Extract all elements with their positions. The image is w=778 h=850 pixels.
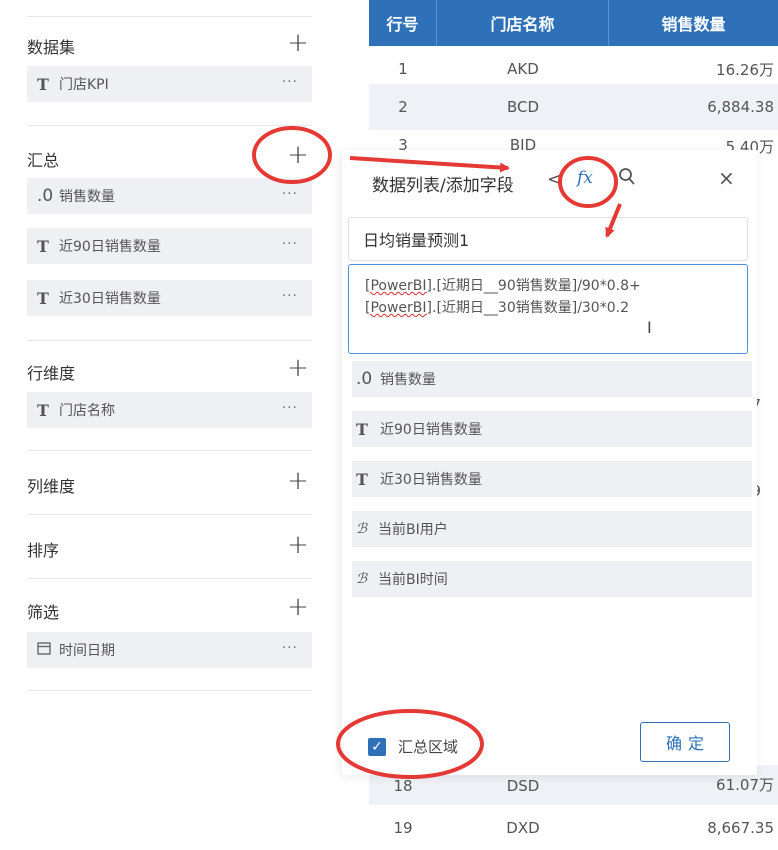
field-label: 近90日销售数量	[59, 239, 161, 255]
text-type-icon: T	[37, 288, 49, 308]
field-label: 销售数量	[59, 189, 115, 205]
confirm-button[interactable]: 确定	[640, 722, 730, 762]
text-cursor-icon: I	[647, 318, 652, 337]
cell-row-number: 2	[398, 98, 408, 116]
search-icon[interactable]	[618, 167, 636, 192]
summary-area-checkbox[interactable]: ✓	[368, 738, 386, 756]
cell-sales-qty: 61.07万	[716, 776, 774, 794]
field-label: 近30日销售数量	[59, 291, 161, 307]
divider	[27, 578, 312, 579]
more-icon[interactable]: ···	[282, 640, 298, 656]
field-item-store-name[interactable]: T 门店名称 ···	[27, 392, 312, 428]
section-title-summary: 汇总	[27, 151, 60, 170]
cell-sales-qty: 6,884.38	[707, 98, 774, 116]
field-item-30day-sales[interactable]: T 近30日销售数量 ···	[27, 280, 312, 316]
col-header-sales-qty[interactable]: 销售数量	[609, 0, 778, 46]
add-sort-button[interactable]: +	[286, 532, 310, 558]
col-header-store-name[interactable]: 门店名称	[437, 0, 609, 46]
available-field-90day-sales[interactable]: T 近90日销售数量	[352, 411, 752, 447]
cell-store-name: DXD	[506, 819, 540, 837]
cell-sales-qty: 8,667.35	[707, 819, 774, 837]
cell-sales-qty: 16.26万	[716, 60, 774, 79]
divider	[27, 340, 312, 341]
panel-title: 数据列表/添加字段	[372, 176, 514, 196]
table-row[interactable]: 19 DXD 8,667.35	[369, 805, 778, 850]
number-type-icon: .0	[37, 186, 54, 206]
cell-row-number: 18	[393, 777, 413, 795]
formula-token: [PowerBI]	[365, 300, 432, 316]
text-type-icon: T	[356, 419, 368, 439]
add-field-panel: 数据列表/添加字段 < fx × [PowerBI].[近期日__90销售数量]…	[342, 150, 757, 775]
field-label: 销售数量	[380, 372, 436, 388]
formula-line: [PowerBI].[近期日__30销售数量]/30*0.2	[365, 297, 737, 319]
divider	[27, 450, 312, 451]
text-type-icon: T	[37, 236, 49, 256]
cell-row-number: 1	[398, 60, 408, 78]
formula-token: .[近期日__90销售数量]/90*0.8+	[432, 278, 641, 294]
field-label: 门店KPI	[59, 77, 109, 93]
available-field-bi-user[interactable]: ℬ 当前BI用户	[352, 511, 752, 547]
field-label: 近30日销售数量	[380, 472, 482, 488]
fx-formula-icon[interactable]: fx	[577, 168, 593, 188]
text-type-icon: T	[37, 74, 49, 94]
formula-token: .[近期日__30销售数量]/30*0.2	[432, 300, 629, 316]
divider	[27, 16, 312, 17]
divider	[27, 514, 312, 515]
formula-token: [PowerBI]	[365, 278, 432, 294]
field-name-input[interactable]	[348, 217, 748, 261]
formula-line: [PowerBI].[近期日__90销售数量]/90*0.8+	[365, 275, 737, 297]
more-icon[interactable]: ···	[282, 288, 298, 304]
available-field-bi-time[interactable]: ℬ 当前BI时间	[352, 561, 752, 597]
more-icon[interactable]: ···	[282, 236, 298, 252]
summary-area-label: 汇总区域	[398, 738, 459, 756]
section-title-dataset: 数据集	[27, 38, 76, 57]
field-item-store-kpi[interactable]: T 门店KPI ···	[27, 66, 312, 102]
section-title-col-dimension: 列维度	[27, 477, 76, 496]
field-item-90day-sales[interactable]: T 近90日销售数量 ···	[27, 228, 312, 264]
field-label: 当前BI时间	[378, 572, 448, 588]
more-icon[interactable]: ···	[282, 186, 298, 202]
divider	[27, 690, 312, 691]
field-item-sales-qty[interactable]: .0 销售数量 ···	[27, 178, 312, 214]
available-field-sales-qty[interactable]: .0 销售数量	[352, 361, 752, 397]
section-title-sort: 排序	[27, 541, 60, 560]
config-panel: 数据集 + T 门店KPI ··· 汇总 + .0 销售数量 ··· T 近90…	[0, 0, 340, 850]
more-icon[interactable]: ···	[282, 74, 298, 90]
close-icon[interactable]: ×	[718, 166, 735, 190]
formula-editor[interactable]: [PowerBI].[近期日__90销售数量]/90*0.8+ [PowerBI…	[348, 264, 748, 354]
cell-store-name: DSD	[506, 777, 540, 795]
cell-row-number: 19	[393, 819, 413, 837]
add-col-dimension-button[interactable]: +	[286, 468, 310, 494]
add-summary-field-button[interactable]: +	[286, 142, 310, 168]
calendar-icon	[37, 641, 59, 659]
field-label: 近90日销售数量	[380, 422, 482, 438]
add-dataset-button[interactable]: +	[286, 30, 310, 56]
add-filter-button[interactable]: +	[286, 594, 310, 620]
field-item-date-time[interactable]: 时间日期 ···	[27, 632, 312, 668]
available-field-30day-sales[interactable]: T 近30日销售数量	[352, 461, 752, 497]
more-icon[interactable]: ···	[282, 400, 298, 416]
field-label: 时间日期	[59, 643, 115, 659]
number-type-icon: .0	[356, 369, 373, 389]
text-type-icon: T	[356, 469, 368, 489]
app-root: 行号 门店名称 销售数量 1 AKD 16.26万 2 BCD 6,884.38…	[0, 0, 778, 850]
bi-variable-icon: ℬ	[356, 571, 368, 587]
cell-store-name: BCD	[506, 98, 540, 116]
add-row-dimension-button[interactable]: +	[286, 355, 310, 381]
col-header-row-number[interactable]: 行号	[369, 0, 437, 46]
text-type-icon: T	[37, 400, 49, 420]
divider	[27, 125, 312, 126]
table-header-row: 行号 门店名称 销售数量	[369, 0, 778, 46]
field-label: 当前BI用户	[378, 522, 448, 538]
section-title-row-dimension: 行维度	[27, 364, 76, 383]
bi-variable-icon: ℬ	[356, 521, 368, 537]
cell-store-name: AKD	[507, 60, 539, 78]
section-title-filter: 筛选	[27, 603, 60, 622]
field-label: 门店名称	[59, 403, 115, 419]
back-icon[interactable]: <	[547, 169, 562, 190]
